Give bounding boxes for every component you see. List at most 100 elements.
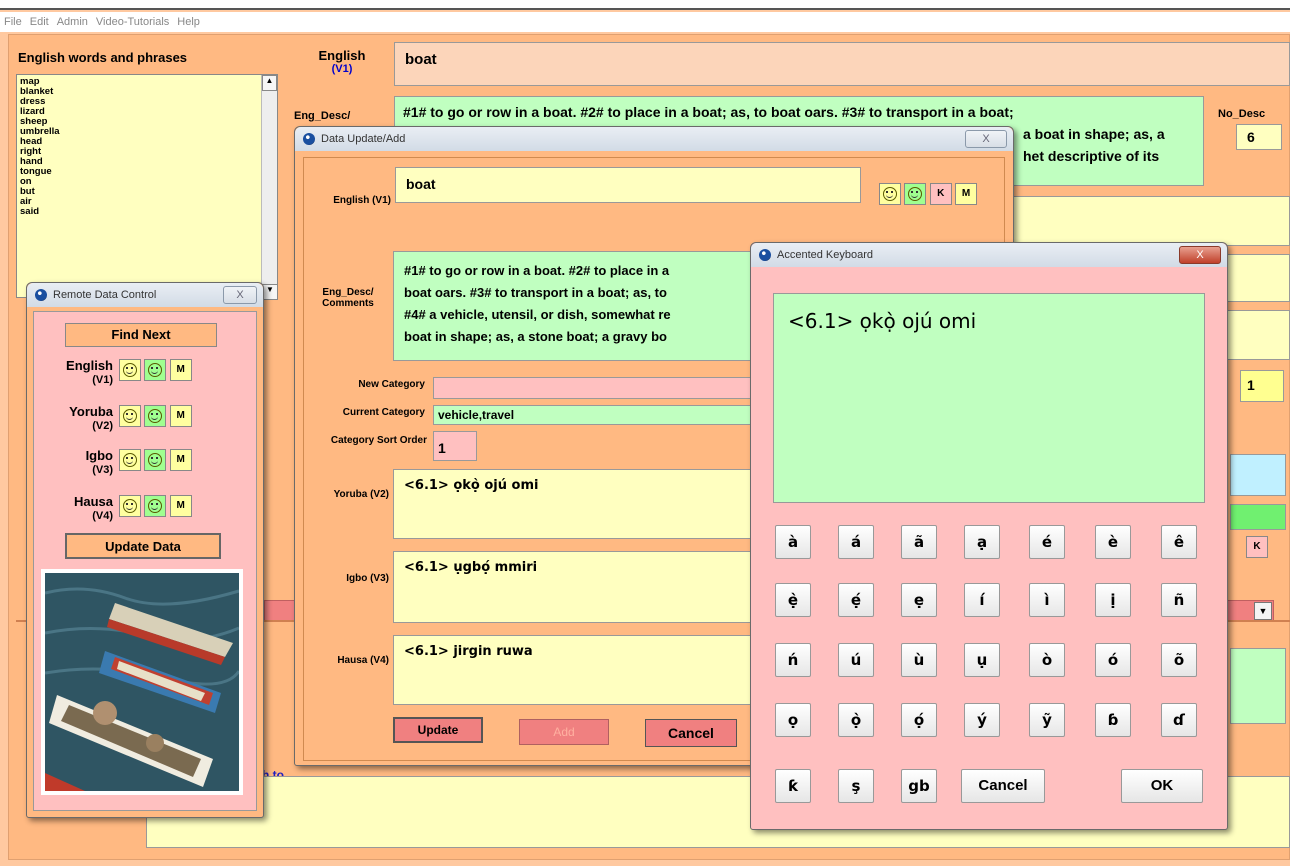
main-green-field[interactable] [1230, 504, 1286, 530]
sort-order-field[interactable]: 1 [433, 431, 477, 461]
key-button[interactable]: á [838, 525, 874, 559]
remote-lang-label: English (V1) [66, 358, 113, 387]
menu-help[interactable]: Help [177, 16, 200, 28]
smiley-green-icon[interactable] [144, 405, 167, 427]
key-button[interactable]: ñ [1161, 583, 1197, 617]
key-button[interactable]: ọ [775, 703, 811, 737]
list-item[interactable]: blanket [20, 87, 274, 97]
list-item[interactable]: tongue [20, 167, 274, 177]
key-button[interactable]: ɓ [1095, 703, 1131, 737]
smiley-icon[interactable] [119, 405, 141, 427]
menu-admin[interactable]: Admin [57, 16, 88, 28]
update-button[interactable]: Update [393, 717, 483, 743]
list-item[interactable]: said [20, 207, 274, 217]
key-button[interactable]: ọ́ [901, 703, 937, 737]
word-list-items: map blanket dress lizard sheep umbrella … [17, 75, 277, 219]
key-button[interactable]: è [1095, 525, 1131, 559]
m-button[interactable]: M [955, 183, 978, 205]
list-item[interactable]: but [20, 187, 274, 197]
key-button[interactable]: ɗ [1161, 703, 1197, 737]
word-list-title: English words and phrases [18, 50, 188, 65]
main-english-label: English (V1) [318, 48, 366, 75]
add-button[interactable]: Add [519, 719, 609, 745]
m-button[interactable]: M [169, 495, 192, 517]
scroll-down-icon[interactable]: ▼ [262, 284, 278, 300]
keyboard-ok-button[interactable]: OK [1121, 769, 1203, 803]
smiley-green-icon[interactable] [144, 359, 167, 381]
window-top-edge [0, 0, 1290, 10]
key-button[interactable]: õ [1161, 643, 1197, 677]
key-button[interactable]: ọ̀ [838, 703, 874, 737]
list-item[interactable]: hand [20, 157, 274, 167]
key-button[interactable]: ẹ [901, 583, 937, 617]
key-button[interactable]: ỹ [1029, 703, 1065, 737]
main-right-field-1[interactable] [1000, 196, 1290, 246]
key-button[interactable]: ý [964, 703, 1000, 737]
key-button[interactable]: ƙ [775, 769, 811, 803]
key-button[interactable]: í [964, 583, 1000, 617]
list-item[interactable]: lizard [20, 107, 274, 117]
m-button[interactable]: M [169, 449, 192, 471]
key-button[interactable]: ẹ́ [838, 583, 874, 617]
m-button[interactable]: M [169, 359, 192, 381]
igbo-label: Igbo (V3) [346, 573, 389, 584]
menu-edit[interactable]: Edit [30, 16, 49, 28]
no-desc-label: No_Desc [1218, 108, 1266, 120]
list-item[interactable]: air [20, 197, 274, 207]
remote-lang-label: Igbo (V3) [85, 448, 113, 477]
list-item[interactable]: dress [20, 97, 274, 107]
smiley-green-icon[interactable] [904, 183, 927, 205]
main-english-field[interactable]: boat [394, 42, 1290, 86]
update-english-field[interactable]: boat [395, 167, 861, 203]
main-number-field[interactable]: 1 [1240, 370, 1284, 402]
scroll-up-icon[interactable]: ▲ [262, 75, 277, 91]
smiley-green-icon[interactable] [144, 495, 167, 517]
key-button[interactable]: ì [1029, 583, 1065, 617]
m-button[interactable]: M [169, 405, 192, 427]
list-item[interactable]: right [20, 147, 274, 157]
main-k-button[interactable]: K [1246, 536, 1268, 558]
key-button[interactable]: ş [838, 769, 874, 803]
update-data-button[interactable]: Update Data [65, 533, 221, 559]
close-icon[interactable]: X [223, 286, 257, 304]
update-english-buttons: K M [879, 183, 978, 205]
smiley-icon[interactable] [119, 359, 141, 381]
key-button[interactable]: ú [838, 643, 874, 677]
key-button[interactable]: é [1029, 525, 1065, 559]
desc-line: #1# to go or row in a boat. #2# to place… [403, 104, 1014, 120]
smiley-green-icon[interactable] [144, 449, 167, 471]
keyboard-text-area[interactable]: <6.1> ọkọ̀ ojú omi [773, 293, 1205, 503]
find-next-button[interactable]: Find Next [65, 323, 217, 347]
k-button[interactable]: K [929, 183, 952, 205]
key-button[interactable]: gb [901, 769, 937, 803]
key-button[interactable]: ạ [964, 525, 1000, 559]
smiley-icon[interactable] [119, 449, 141, 471]
list-item[interactable]: map [20, 77, 274, 87]
list-item[interactable]: umbrella [20, 127, 274, 137]
smiley-icon[interactable] [879, 183, 901, 205]
close-icon[interactable]: X [1179, 246, 1221, 264]
key-button[interactable]: ń [775, 643, 811, 677]
no-desc-field[interactable]: 6 [1236, 124, 1282, 150]
key-button[interactable]: ẹ̀ [775, 583, 811, 617]
key-button[interactable]: ụ [964, 643, 1000, 677]
word-list[interactable]: map blanket dress lizard sheep umbrella … [16, 74, 278, 298]
list-item[interactable]: on [20, 177, 274, 187]
cancel-button[interactable]: Cancel [645, 719, 737, 747]
word-list-scrollbar[interactable]: ▲ [261, 75, 277, 297]
key-button[interactable]: ò [1029, 643, 1065, 677]
dropdown-arrow-icon[interactable]: ▼ [1254, 602, 1272, 620]
menu-video-tutorials[interactable]: Video-Tutorials [96, 16, 169, 28]
key-button[interactable]: ê [1161, 525, 1197, 559]
keyboard-cancel-button[interactable]: Cancel [961, 769, 1045, 803]
close-icon[interactable]: X [965, 130, 1007, 148]
key-button[interactable]: ị [1095, 583, 1131, 617]
key-button[interactable]: ó [1095, 643, 1131, 677]
key-button[interactable]: à [775, 525, 811, 559]
main-blue-field[interactable] [1230, 454, 1286, 496]
key-button[interactable]: ã [901, 525, 937, 559]
key-button[interactable]: ù [901, 643, 937, 677]
menu-file[interactable]: File [4, 16, 22, 28]
smiley-icon[interactable] [119, 495, 141, 517]
list-item[interactable]: head [20, 137, 274, 147]
